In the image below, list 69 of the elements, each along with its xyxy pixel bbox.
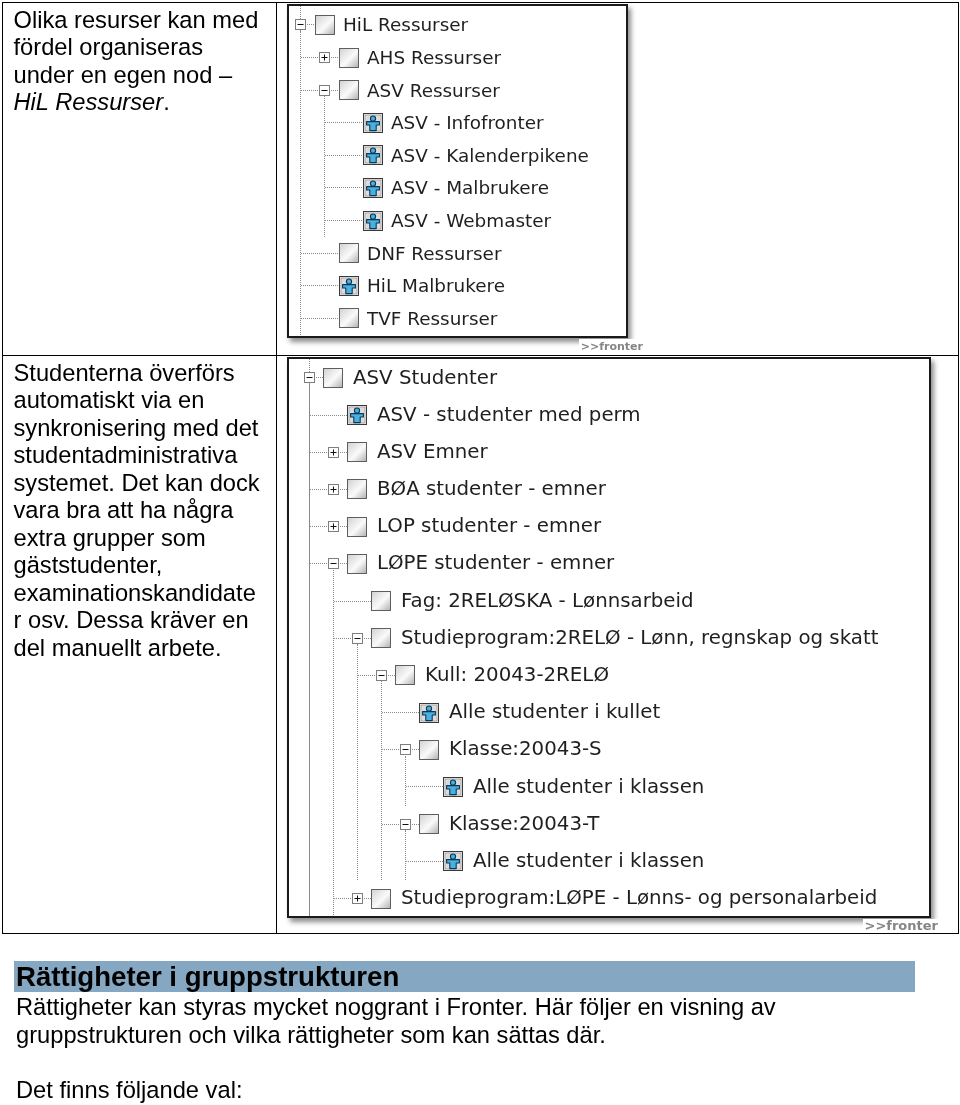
- person-icon: [363, 145, 383, 166]
- person-icon: [339, 275, 359, 296]
- node-icon: [371, 591, 391, 611]
- collapse-icon[interactable]: [328, 558, 339, 570]
- tree-item[interactable]: Fag: 2RELØSKA - Lønnsarbeid: [401, 588, 694, 614]
- person-icon: [443, 851, 463, 872]
- collapse-icon[interactable]: [376, 669, 387, 681]
- node-icon: [315, 15, 335, 35]
- tree-item[interactable]: HiL Ressurser: [343, 13, 469, 37]
- tree-item[interactable]: TVF Ressurser: [367, 306, 498, 330]
- person-icon: [347, 405, 367, 426]
- node-icon: [371, 888, 391, 909]
- tree-item[interactable]: Studieprogram:LØPE - Lønns- og personalarbeid: [401, 886, 878, 911]
- tree-item[interactable]: ASV - studenter med perm: [377, 402, 641, 428]
- node-icon: [347, 516, 367, 537]
- tree-item[interactable]: HiL Malbrukere: [367, 274, 505, 298]
- brand-logo: >>fronter: [862, 919, 940, 932]
- person-icon: [443, 776, 463, 797]
- tree-item[interactable]: Klasse:20043-S: [449, 737, 602, 763]
- person-icon: [419, 702, 439, 723]
- node-icon: [419, 814, 439, 835]
- collapse-icon[interactable]: [319, 84, 330, 96]
- collapse-icon[interactable]: [400, 818, 411, 830]
- description-text: Olika resurser kan med fördel organiseras under en egen nod – HiL Ressurser.: [13, 6, 260, 117]
- tree-item[interactable]: Alle studenter i klassen: [473, 848, 705, 874]
- node-icon: [339, 308, 359, 329]
- node-icon: [395, 665, 415, 686]
- body-text: Det finns följande val:: [15, 1076, 244, 1104]
- tree-item[interactable]: ASV - Infofronter: [391, 111, 544, 135]
- expand-icon[interactable]: [319, 52, 330, 64]
- person-icon: [363, 177, 383, 198]
- tree-item[interactable]: BØA studenter - emner: [377, 477, 606, 502]
- expand-icon[interactable]: [328, 521, 339, 533]
- tree-item[interactable]: ASV - Malbrukere: [391, 176, 550, 200]
- tree-item[interactable]: ASV Emner: [377, 439, 488, 465]
- node-icon: [339, 243, 359, 264]
- person-icon: [363, 210, 383, 231]
- node-icon: [347, 553, 367, 574]
- expand-icon[interactable]: [352, 893, 363, 904]
- collapse-icon[interactable]: [304, 372, 315, 384]
- expand-icon[interactable]: [328, 483, 339, 495]
- collapse-icon[interactable]: [295, 19, 306, 31]
- tree-item[interactable]: LØPE studenter - emner: [377, 551, 615, 577]
- tree-item[interactable]: Studieprogram:2RELØ - Lønn, regnskap og skatt: [401, 625, 879, 651]
- tree-item[interactable]: Alle studenter i klassen: [473, 774, 705, 800]
- collapse-icon[interactable]: [400, 744, 411, 756]
- body-text: Rättigheter kan styras mycket noggrant i Fronter. Här följer en visning av gruppstrukturen och vilka rättigheter som kan sättas där.: [15, 994, 777, 1049]
- node-icon: [347, 479, 367, 500]
- tree-item[interactable]: ASV Studenter: [353, 365, 498, 391]
- node-icon: [347, 442, 367, 463]
- tree-item[interactable]: Kull: 20043-2RELØ: [425, 663, 609, 688]
- tree-item[interactable]: ASV - Webmaster: [391, 209, 552, 233]
- tree-item[interactable]: ASV Ressurser: [367, 78, 500, 102]
- node-icon: [339, 80, 359, 101]
- node-icon: [371, 628, 391, 649]
- person-icon: [363, 112, 383, 133]
- section-heading: Rättigheter i gruppstrukturen: [13, 961, 915, 992]
- node-icon: [323, 367, 343, 388]
- node-icon: [419, 739, 439, 760]
- tree-item[interactable]: LOP studenter - emner: [377, 514, 602, 539]
- tree-item[interactable]: ASV - Kalenderpikene: [391, 143, 589, 167]
- tree-item[interactable]: AHS Ressurser: [367, 46, 502, 70]
- tree-item[interactable]: DNF Ressurser: [367, 241, 502, 265]
- description-text: Studenterna överförs automatiskt via en synkronisering med det studentadministrativa systemet. Det kan dock vara bra att ha några extra grupper som gäststudenter, examinationskandidater osv. Dessa kräver en del manuellt arbete.: [13, 359, 261, 662]
- tree-item[interactable]: Alle studenter i kullet: [449, 700, 661, 725]
- node-icon: [339, 47, 359, 68]
- collapse-icon[interactable]: [352, 632, 363, 644]
- tree-item[interactable]: Klasse:20043-T: [449, 811, 600, 837]
- expand-icon[interactable]: [328, 446, 339, 458]
